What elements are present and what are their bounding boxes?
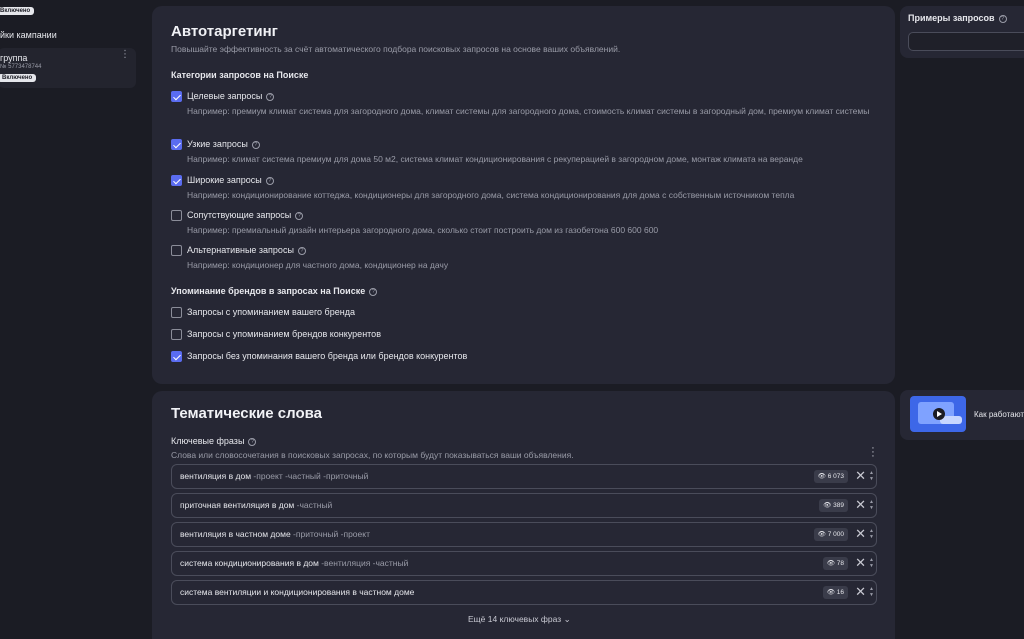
impressions-badge: 👁 7 000 xyxy=(813,528,848,541)
reorder-arrows-icon[interactable]: ▲ ▼ xyxy=(869,470,874,482)
chevron-down-icon: ⌄ xyxy=(563,614,571,624)
impressions-badge: 👁 389 xyxy=(819,499,848,512)
ad-group-name: группа xyxy=(0,53,28,63)
ad-group-item[interactable]: группа № 5773478744 Включено ⋮ xyxy=(0,48,136,88)
category-example: Например: кондиционер для частного дома,… xyxy=(187,260,449,270)
help-icon[interactable]: ? xyxy=(998,15,1007,23)
keyword-phrase-row[interactable]: вентиляция в дом -проект -частный -прито… xyxy=(171,464,877,489)
reorder-arrows-icon[interactable]: ▲ ▼ xyxy=(869,499,874,511)
brand-label: Запросы без упоминания вашего бренда или… xyxy=(187,351,468,361)
categories-title: Категории запросов на Поиске xyxy=(171,70,309,80)
promo-text: Как работают xyxy=(974,410,1024,419)
help-icon[interactable]: ? xyxy=(266,93,275,101)
brand-label: Запросы с упоминанием брендов конкуренто… xyxy=(187,329,381,339)
checkbox[interactable] xyxy=(171,351,182,362)
category-label: Целевые запросы? xyxy=(187,91,275,102)
keyword-phrase-row[interactable]: система кондиционирования в дом -вентиля… xyxy=(171,551,877,576)
autotargeting-title: Автотаргетинг xyxy=(171,23,278,40)
play-icon xyxy=(933,408,945,420)
ad-group-id: № 5773478744 xyxy=(0,64,42,70)
category-label: Альтернативные запросы? xyxy=(187,245,306,256)
brand-label: Запросы с упоминанием вашего бренда xyxy=(187,307,355,317)
more-vertical-icon[interactable]: ⋮ xyxy=(120,50,130,60)
checkbox[interactable] xyxy=(171,307,182,318)
close-icon[interactable]: ✕ xyxy=(855,556,866,570)
close-icon[interactable]: ✕ xyxy=(855,469,866,483)
negative-keywords: -частный xyxy=(294,500,333,510)
checkbox[interactable] xyxy=(171,91,182,102)
keyword-phrase-text[interactable]: вентиляция в дом -проект -частный -прито… xyxy=(180,471,368,481)
keyword-phrase-row[interactable]: вентиляция в частном доме -приточный -пр… xyxy=(171,522,877,547)
checkbox[interactable] xyxy=(171,210,182,221)
query-examples-input[interactable] xyxy=(908,32,1024,51)
query-examples-panel: Примеры запросов? xyxy=(900,6,1024,58)
keywords-description: Слова или словосочетания в поисковых зап… xyxy=(171,450,574,460)
keyword-phrase-row[interactable]: система вентиляции и кондиционирования в… xyxy=(171,580,877,605)
help-icon[interactable]: ? xyxy=(369,288,378,296)
help-icon[interactable]: ? xyxy=(265,177,274,185)
more-vertical-icon[interactable]: · · · xyxy=(871,443,875,462)
eye-icon: 👁 xyxy=(826,560,835,567)
category-label: Узкие запросы? xyxy=(187,139,260,150)
close-icon[interactable]: ✕ xyxy=(855,585,866,599)
keyword-phrase-text[interactable]: система кондиционирования в дом -вентиля… xyxy=(180,558,408,568)
keywords-card: Тематические слова Ключевые фразы? Слова… xyxy=(152,391,895,639)
video-thumbnail[interactable] xyxy=(910,396,966,432)
campaign-settings-link[interactable]: йки кампании xyxy=(0,30,57,40)
impressions-badge: 👁 16 xyxy=(822,586,848,599)
reorder-arrows-icon[interactable]: ▲ ▼ xyxy=(869,528,874,540)
help-icon[interactable]: ? xyxy=(295,212,304,220)
checkbox[interactable] xyxy=(171,245,182,256)
keyword-phrase-text[interactable]: приточная вентиляция в дом -частный xyxy=(180,500,332,510)
keyword-phrase-text[interactable]: система вентиляции и кондиционирования в… xyxy=(180,587,414,597)
reorder-arrows-icon[interactable]: ▲ ▼ xyxy=(869,557,874,569)
category-example: Например: климат система премиум для дом… xyxy=(187,154,803,164)
keywords-title: Тематические слова xyxy=(171,405,323,422)
keywords-section-label: Ключевые фразы? xyxy=(171,436,257,446)
negative-keywords: -проект -частный -приточный xyxy=(251,471,369,481)
show-more-phrases-button[interactable]: Ещё 14 ключевых фраз ⌄ xyxy=(468,614,571,625)
category-label: Сопутствующие запросы? xyxy=(187,210,304,221)
category-label: Широкие запросы? xyxy=(187,175,274,186)
how-it-works-promo[interactable]: Как работают xyxy=(900,390,1024,440)
help-icon[interactable]: ? xyxy=(297,247,306,255)
help-icon[interactable]: ? xyxy=(251,141,260,149)
impressions-badge: 👁 6 073 xyxy=(813,470,848,483)
reorder-arrows-icon[interactable]: ▲ ▼ xyxy=(869,586,874,598)
close-icon[interactable]: ✕ xyxy=(855,527,866,541)
checkbox[interactable] xyxy=(171,329,182,340)
query-examples-title: Примеры запросов? xyxy=(908,13,1007,23)
eye-icon: 👁 xyxy=(826,589,835,596)
autotargeting-subtitle: Повышайте эффективность за счёт автомати… xyxy=(171,44,621,54)
brands-title: Упоминание брендов в запросах на Поиске? xyxy=(171,286,378,296)
category-example: Например: премиум климат система для заг… xyxy=(187,106,870,116)
negative-keywords: -вентиляция -частный xyxy=(318,558,409,568)
status-badge: Включено xyxy=(0,7,35,15)
checkbox[interactable] xyxy=(171,175,182,186)
close-icon[interactable]: ✕ xyxy=(855,498,866,512)
eye-icon: 👁 xyxy=(823,502,832,509)
category-example: Например: кондиционирование коттеджа, ко… xyxy=(187,190,795,200)
eye-icon: 👁 xyxy=(817,473,826,480)
autotargeting-card: Автотаргетинг Повышайте эффективность за… xyxy=(152,6,895,384)
keyword-phrase-text[interactable]: вентиляция в частном доме -приточный -пр… xyxy=(180,529,370,539)
ad-group-status-badge: Включено xyxy=(0,74,37,82)
help-icon[interactable]: ? xyxy=(248,438,257,446)
left-sidebar: Включено йки кампании группа № 577347874… xyxy=(0,0,140,639)
impressions-badge: 👁 78 xyxy=(822,557,848,570)
checkbox[interactable] xyxy=(171,139,182,150)
eye-icon: 👁 xyxy=(817,531,826,538)
negative-keywords: -приточный -проект xyxy=(290,529,370,539)
category-example: Например: премиальный дизайн интерьера з… xyxy=(187,225,659,235)
keyword-phrase-row[interactable]: приточная вентиляция в дом -частный 👁 389… xyxy=(171,493,877,518)
